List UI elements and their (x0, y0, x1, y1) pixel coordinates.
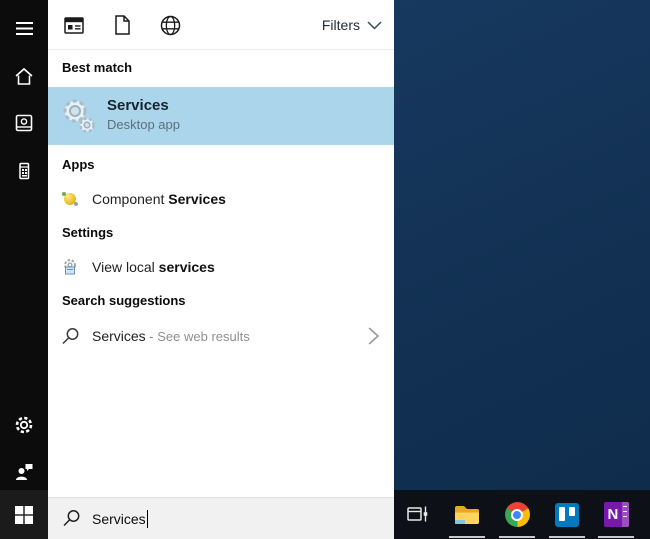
search-input[interactable]: Services (48, 497, 394, 539)
open-app-indicator (449, 536, 485, 538)
file-explorer-button[interactable] (444, 490, 490, 539)
suggestion-hint: - See web results (146, 329, 250, 344)
documents-filter-button[interactable] (111, 14, 133, 36)
apps-filter-button[interactable] (63, 14, 85, 36)
sidebar-item-devices[interactable] (0, 151, 48, 191)
best-match-result-services[interactable]: Services Desktop app (48, 87, 394, 145)
search-flyout-panel: Filters Best match Services Desktop app … (48, 0, 394, 539)
web-filter-icon (160, 15, 181, 36)
chrome-icon (505, 502, 530, 527)
gear-icon (13, 414, 35, 436)
component-services-icon (60, 189, 80, 209)
open-app-indicator (598, 536, 634, 538)
result-text-prefix: Component (92, 191, 168, 207)
search-input-value: Services (92, 511, 146, 527)
filters-dropdown[interactable]: Filters (322, 0, 382, 50)
taskbar: N (394, 490, 650, 539)
best-match-subtitle: Desktop app (107, 116, 180, 134)
local-services-gear-icon (61, 258, 79, 276)
search-sidebar (0, 0, 48, 539)
result-web-suggestion[interactable]: Services - See web results (48, 320, 394, 352)
notebook-icon (14, 113, 34, 133)
apps-filter-icon (64, 17, 84, 34)
hamburger-icon (16, 22, 33, 35)
text-caret (147, 510, 148, 528)
onenote-icon: N (604, 502, 629, 527)
windows-start-icon (15, 506, 33, 524)
search-filter-bar: Filters (48, 0, 394, 50)
search-suggestions-header: Search suggestions (62, 293, 186, 308)
result-text-prefix: View local (92, 259, 159, 275)
trello-button[interactable] (544, 490, 590, 539)
result-text-match: services (159, 259, 215, 275)
services-gears-icon (58, 96, 98, 136)
feedback-icon (14, 462, 34, 482)
sidebar-item-feedback[interactable] (0, 452, 48, 492)
search-icon (61, 327, 80, 346)
file-explorer-icon (454, 504, 480, 526)
documents-filter-icon (114, 15, 130, 35)
hamburger-menu-button[interactable] (0, 8, 48, 48)
settings-header: Settings (62, 225, 113, 240)
onenote-button[interactable]: N (593, 490, 639, 539)
filters-label: Filters (322, 17, 360, 33)
chevron-down-icon (367, 21, 382, 30)
apps-header: Apps (62, 157, 95, 172)
open-app-indicator (549, 536, 585, 538)
best-match-title: Services (107, 96, 180, 116)
search-icon (62, 509, 81, 528)
result-component-services[interactable]: Component Services (48, 184, 394, 214)
devices-icon (14, 161, 34, 181)
result-text-match: Services (168, 191, 226, 207)
sidebar-item-home[interactable] (0, 56, 48, 96)
start-button[interactable] (0, 490, 48, 539)
chrome-button[interactable] (494, 490, 540, 539)
trello-icon (555, 503, 579, 527)
open-app-indicator (499, 536, 535, 538)
task-view-icon (405, 502, 430, 527)
best-match-header: Best match (62, 60, 132, 75)
suggestion-query: Services (92, 328, 146, 344)
task-view-button[interactable] (394, 490, 440, 539)
chevron-right-icon[interactable] (367, 326, 380, 346)
sidebar-item-settings[interactable] (0, 405, 48, 445)
result-view-local-services[interactable]: View local services (48, 252, 394, 282)
desktop-background (394, 0, 650, 490)
sidebar-item-notebook[interactable] (0, 103, 48, 143)
web-filter-button[interactable] (159, 14, 181, 36)
home-icon (14, 67, 34, 86)
